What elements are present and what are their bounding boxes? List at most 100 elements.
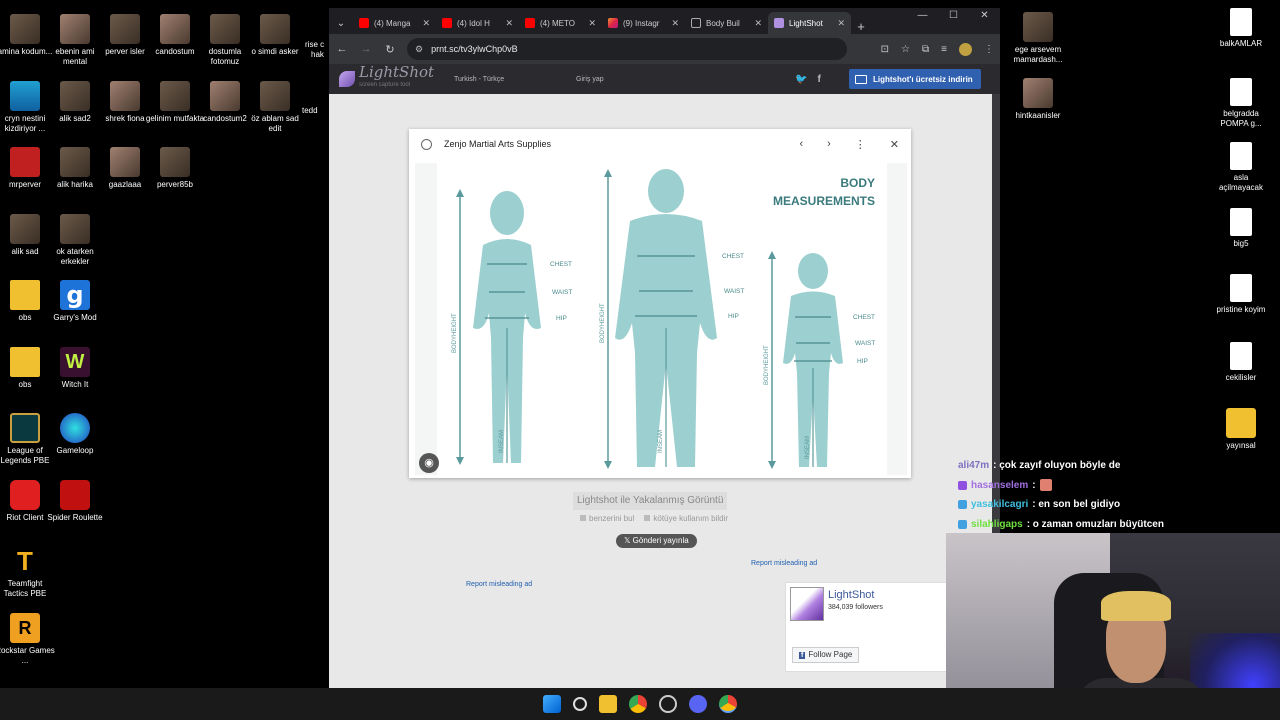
maximize-button[interactable]: ☐	[938, 10, 969, 21]
gmod-icon: g	[60, 280, 90, 310]
lens-search-icon[interactable]: ◉	[419, 453, 439, 473]
find-similar-link[interactable]: benzerini bul	[580, 514, 634, 523]
bookmark-star-icon[interactable]: ☆	[901, 44, 910, 55]
page-thumbnail[interactable]	[790, 587, 824, 621]
menu-kebab-icon[interactable]: ⋮	[984, 44, 994, 55]
browser-tab[interactable]: (4) Idol H ✕	[436, 12, 519, 34]
fb-page-name[interactable]: LightShot	[828, 589, 874, 601]
chat-text: : çok zayıf oluyon böyle de	[993, 460, 1121, 472]
desktop-icon[interactable]: big5	[1211, 208, 1271, 249]
photo-icon	[210, 14, 240, 44]
install-app-icon[interactable]: ⊡	[881, 44, 889, 55]
viewer-controls: ‹ › ⋮ ✕	[799, 138, 899, 151]
chrome-active-icon[interactable]	[719, 695, 737, 713]
report-abuse-link[interactable]: kötüye kullanım bildir	[644, 514, 728, 523]
photo-icon	[160, 80, 190, 111]
close-icon[interactable]: ✕	[890, 138, 899, 151]
screenshot-image[interactable]: Zenjo Martial Arts Supplies ‹ › ⋮ ✕ BODY…	[409, 129, 911, 478]
chevron-left-icon[interactable]: ‹	[799, 138, 803, 151]
desktop-icon-label: Witch It	[61, 379, 89, 389]
media-icon[interactable]: ≡	[941, 44, 947, 55]
close-tab-icon[interactable]: ✕	[588, 18, 596, 29]
photo-icon	[60, 147, 90, 177]
facebook-icon[interactable]: f	[817, 74, 820, 85]
desktop-icon[interactable]: perver85b	[145, 147, 205, 190]
desktop-icon-label: asla açilmayacak	[1218, 173, 1263, 192]
desktop-icon[interactable]: pristine koyim	[1211, 274, 1271, 315]
tft-icon: T	[17, 546, 33, 576]
twitter-icon[interactable]: 🐦	[795, 74, 807, 85]
desktop-icon-label: o simdi asker	[251, 47, 299, 56]
chat-message: ali47m : çok zayıf oluyon böyle de	[958, 456, 1164, 476]
close-tab-icon[interactable]: ✕	[671, 18, 679, 29]
url-text[interactable]: prnt.sc/tv3ylwChp0vB	[431, 44, 518, 54]
browser-tab[interactable]: (4) METO ✕	[519, 12, 602, 34]
desktop-icon[interactable]: g Garry's Mod	[45, 280, 105, 323]
desktop-icon-label: perver85b	[156, 180, 194, 189]
forward-button[interactable]: →	[359, 43, 373, 55]
language-selector[interactable]: Turkish - Türkçe	[454, 76, 504, 83]
desktop-icon[interactable]: Gameloop	[45, 413, 105, 456]
desktop-icon[interactable]: ok atarken erkekler	[45, 213, 105, 267]
desktop-icon[interactable]: öz ablam sad edit	[245, 80, 305, 134]
desktop-icon[interactable]: W Witch It	[45, 346, 105, 390]
desktop-icon-label: öz ablam sad edit	[251, 113, 299, 133]
download-button[interactable]: Lightshot'ı ücretsiz indirin	[849, 69, 981, 89]
browser-tab[interactable]: (9) Instagr ✕	[602, 12, 685, 34]
chevron-right-icon[interactable]: ›	[827, 138, 831, 151]
lol-icon	[10, 413, 40, 443]
desktop-icon[interactable]: R Rockstar Games ...	[0, 612, 55, 666]
desktop-icon[interactable]: ege arsevem mamardash...	[1008, 12, 1068, 65]
reload-button[interactable]: ↻	[383, 43, 397, 56]
browser-tab[interactable]: Body Buil ✕	[685, 12, 768, 34]
login-link[interactable]: Giriş yap	[576, 76, 604, 83]
desktop-icon[interactable]: o simdi asker	[245, 14, 305, 57]
follow-page-button[interactable]: f Follow Page	[792, 647, 860, 663]
desktop-icon[interactable]: cekilisler	[1211, 342, 1271, 383]
discord-icon[interactable]	[689, 695, 707, 713]
desktop-icon[interactable]: T Teamfight Tactics PBE	[0, 546, 55, 599]
search-icon[interactable]	[573, 697, 587, 711]
x-logo-icon: 𝕏	[624, 536, 633, 545]
tweet-button[interactable]: 𝕏 Gönderi yayınla	[616, 534, 697, 548]
chrome-icon[interactable]	[629, 695, 647, 713]
start-icon[interactable]	[543, 695, 561, 713]
photo2-icon	[210, 80, 240, 111]
lightshot-logo[interactable]: LightShot screen capture tool	[339, 65, 434, 92]
profile-avatar-icon[interactable]	[959, 42, 972, 56]
close-tab-icon[interactable]: ✕	[505, 18, 513, 29]
desktop-icon[interactable]: Spider Roulette	[45, 479, 105, 523]
desktop-icon-label: ok atarken erkekler	[56, 246, 94, 266]
close-tab-icon[interactable]: ✕	[837, 18, 845, 29]
desktop-icon-label: yayınsal	[1226, 441, 1256, 450]
more-icon[interactable]: ⋮	[855, 138, 866, 151]
lightshot-body: Zenjo Martial Arts Supplies ‹ › ⋮ ✕ BODY…	[329, 94, 1000, 688]
desktop-icon[interactable]: yayınsal	[1211, 408, 1271, 451]
desktop-icon[interactable]: belgradda POMPA g...	[1211, 78, 1271, 129]
desktop-icon[interactable]: hintkaanisler	[1008, 78, 1068, 121]
desktop-icon[interactable]: balkAMLAR	[1211, 8, 1271, 49]
photo-icon	[260, 80, 290, 111]
emote-icon	[1039, 479, 1052, 492]
minimize-button[interactable]: —	[907, 10, 938, 21]
report-ad-link[interactable]: Report misleading ad	[466, 581, 532, 588]
badge-icon	[958, 480, 967, 490]
back-button[interactable]: ←	[335, 43, 349, 55]
desktop-icon[interactable]: asla açilmayacak	[1211, 142, 1271, 193]
close-window-button[interactable]: ✕	[969, 10, 1000, 21]
photo-icon	[110, 14, 140, 44]
new-tab-button[interactable]: +	[851, 19, 871, 34]
tab-search-dropdown[interactable]: ⌄	[329, 12, 353, 34]
site-info-icon[interactable]: ⚙	[415, 44, 423, 55]
close-tab-icon[interactable]: ✕	[754, 18, 762, 29]
settings-icon[interactable]	[659, 695, 677, 713]
browser-tab[interactable]: LightShot ✕	[768, 12, 851, 34]
report-ad-link[interactable]: Report misleading ad	[751, 560, 817, 567]
url-field[interactable]: ⚙ prnt.sc/tv3ylwChp0vB	[407, 38, 847, 60]
ig-icon	[608, 18, 618, 28]
browser-tab[interactable]: (4) Manga ✕	[353, 12, 436, 34]
body-measurements-illustration: BODYHEIGHT INSEAM CHEST WAIST HIP BODYHE…	[415, 163, 907, 475]
close-tab-icon[interactable]: ✕	[422, 18, 430, 29]
file-explorer-icon[interactable]	[599, 695, 617, 713]
extensions-icon[interactable]: ⧉	[922, 44, 929, 55]
